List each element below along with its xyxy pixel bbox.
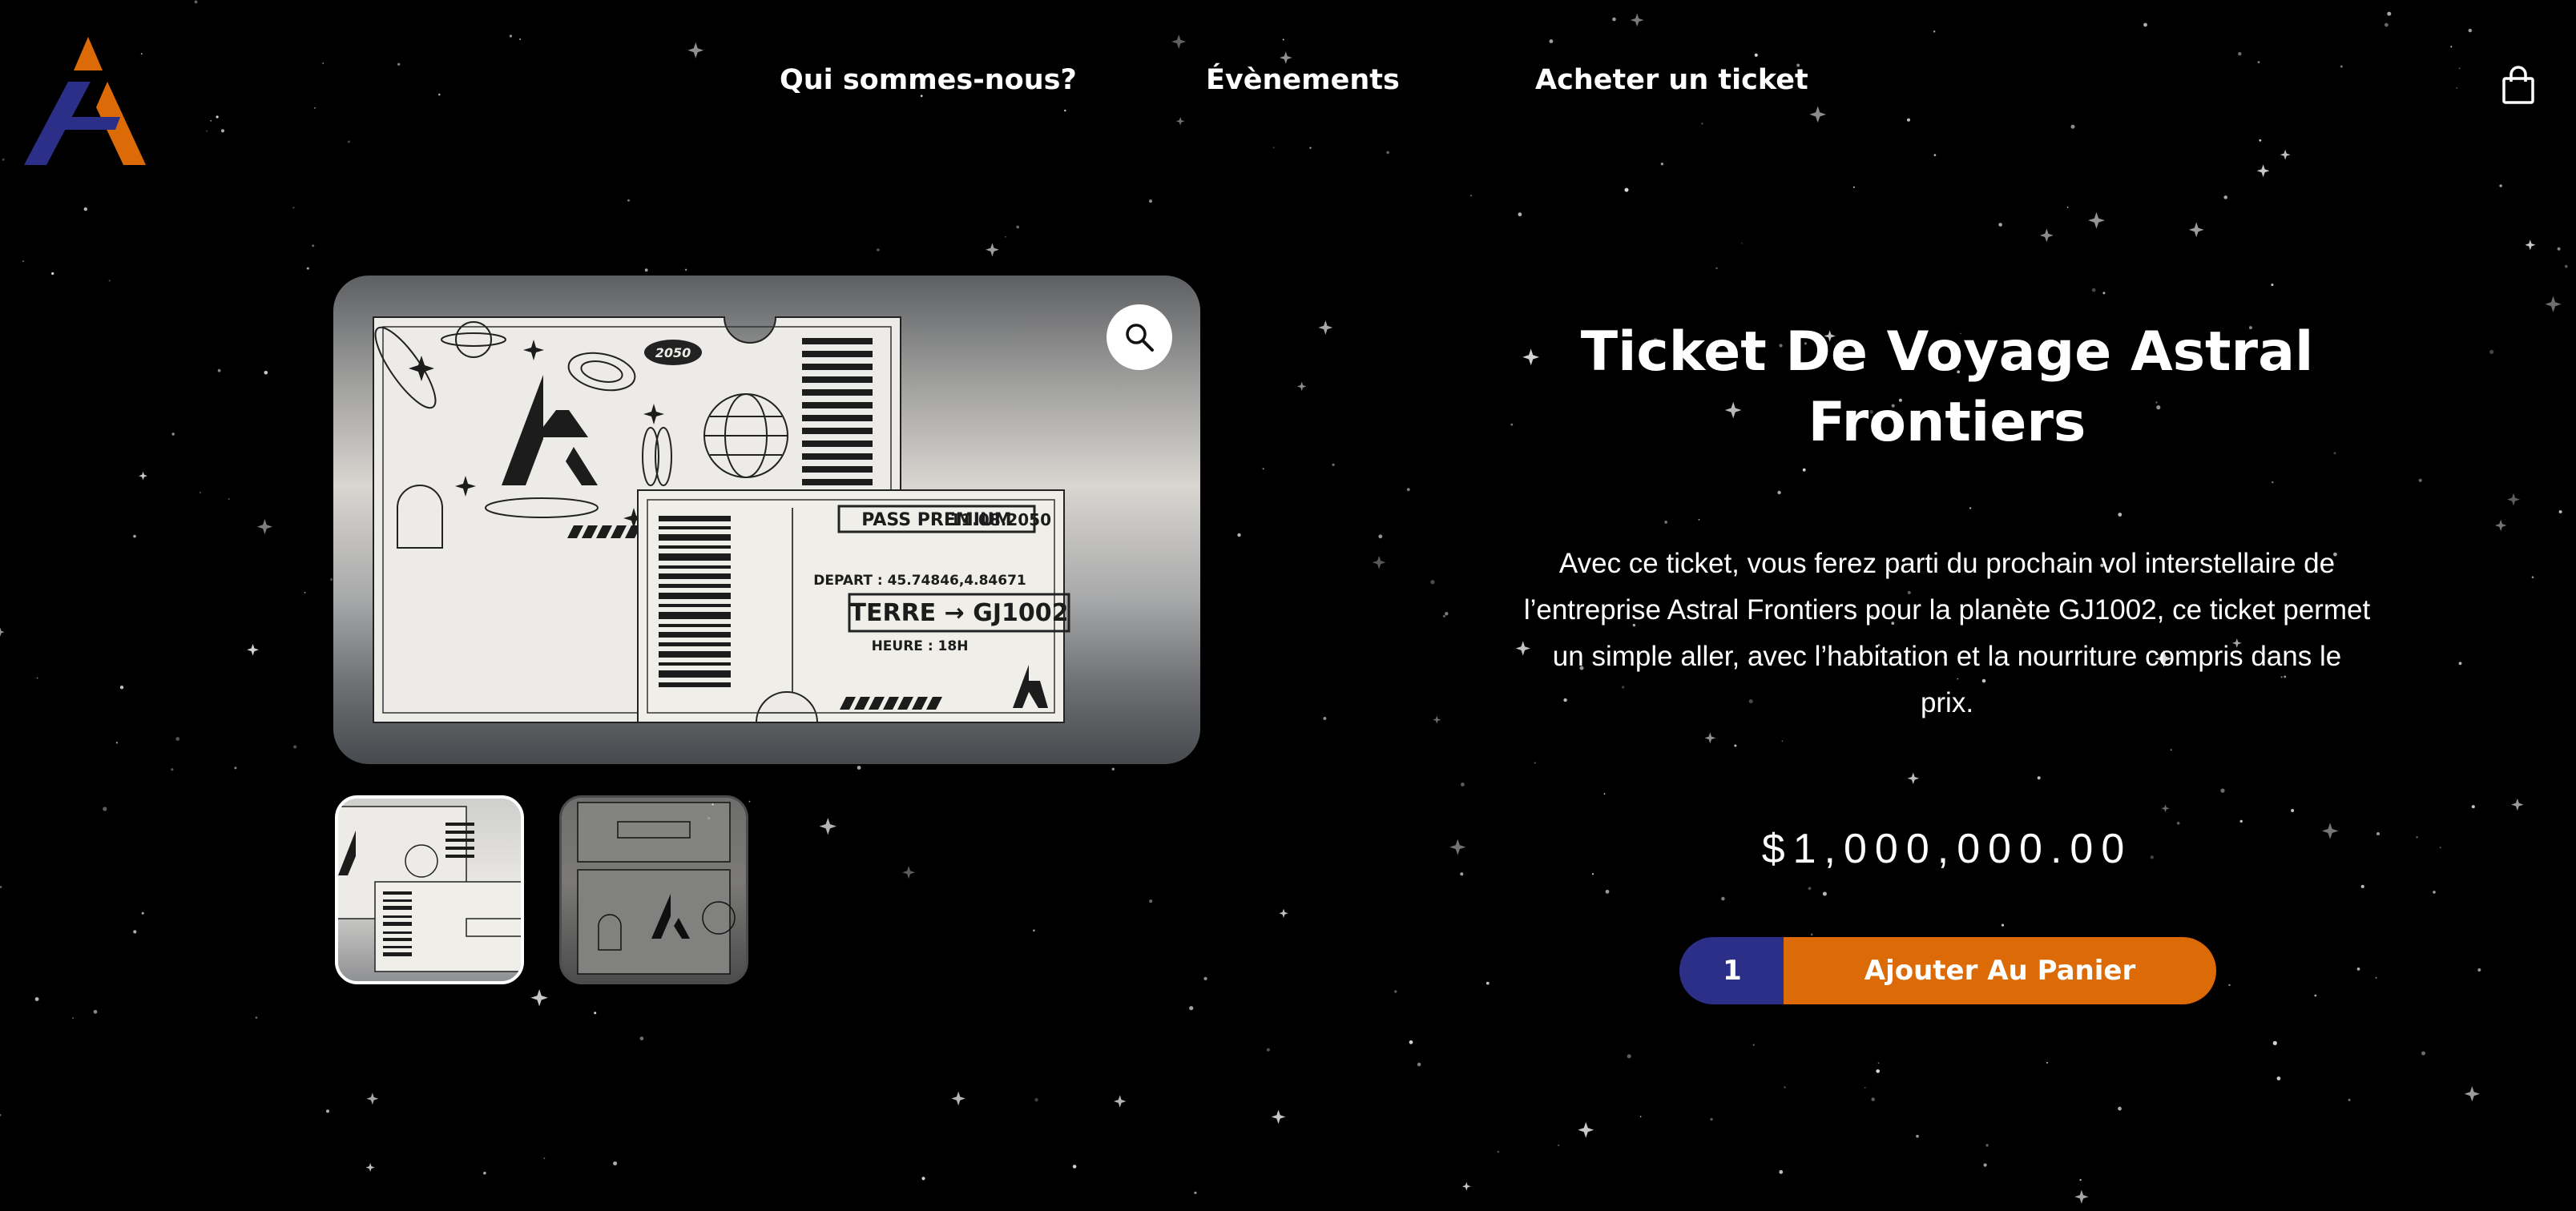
- thumbnail-2[interactable]: [559, 795, 748, 984]
- svg-text:11.08.2050: 11.08.2050: [949, 510, 1051, 529]
- ticket-thumbnail-image: [577, 802, 736, 975]
- thumbnail-1[interactable]: [335, 795, 524, 984]
- ticket-illustration: 2050 PASS PREMIUM 11.08.2050 DEPART: 45…: [373, 316, 1070, 723]
- add-to-cart-button[interactable]: Ajouter Au Panier: [1784, 937, 2216, 1004]
- ticket-thumbnail-image: [338, 806, 521, 972]
- svg-text:DEPART : 45.74846,4.84671: DEPART : 45.74846,4.84671: [813, 573, 1026, 589]
- svg-text:2050: 2050: [655, 345, 691, 360]
- magnifier-icon: [1126, 324, 1154, 352]
- shopping-bag-icon[interactable]: [2500, 66, 2537, 106]
- quantity-input[interactable]: [1679, 937, 1785, 1004]
- product-price: $1,000,000.00: [1761, 826, 2133, 872]
- svg-text:HEURE : 18H: HEURE : 18H: [872, 638, 969, 654]
- product-description: Avec ce ticket, vous ferez parti du proc…: [1523, 548, 2371, 718]
- nav-item-qui-sommes-nous[interactable]: Qui sommes-nous?: [780, 64, 1077, 96]
- svg-text:TERRE → GJ1002: TERRE → GJ1002: [850, 599, 1069, 627]
- nav-item-evenements[interactable]: Évènements: [1206, 64, 1400, 96]
- nav-item-acheter-un-ticket[interactable]: Acheter un ticket: [1535, 64, 1808, 96]
- product-title: Ticket De Voyage Astral Frontiers: [1580, 320, 2314, 454]
- product-main-image[interactable]: 2050 PASS PREMIUM 11.08.2050 DEPART: 45…: [333, 276, 1200, 764]
- zoom-button[interactable]: [1107, 304, 1172, 370]
- main-navigation: Qui sommes-nous? Évènements Acheter un t…: [0, 64, 2576, 104]
